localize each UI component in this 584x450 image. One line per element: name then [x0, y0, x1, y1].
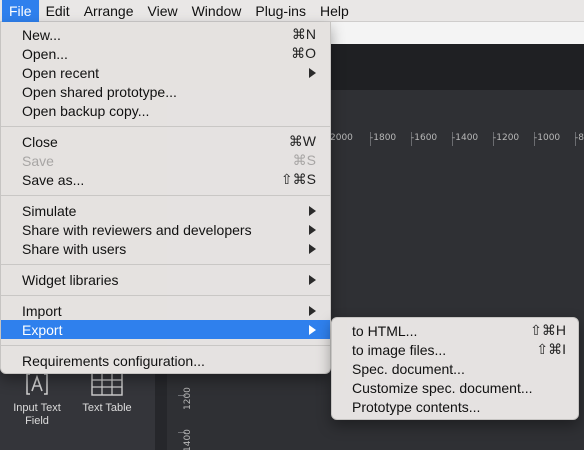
- menu-item-close[interactable]: Close ⌘W: [1, 132, 330, 151]
- menu-item-shortcut: ⇧⌘H: [530, 322, 566, 338]
- menu-item-label: to image files...: [352, 341, 447, 358]
- menu-item-label: Widget libraries: [22, 271, 119, 288]
- menu-plugins[interactable]: Plug-ins: [248, 0, 313, 22]
- menu-separator: [1, 264, 330, 265]
- menu-item-label: Close: [22, 133, 58, 150]
- menu-item-save: Save ⌘S: [1, 151, 330, 170]
- menu-item-open-backup[interactable]: Open backup copy...: [1, 101, 330, 120]
- menu-item-label: Save: [22, 152, 54, 169]
- menu-item-label: Share with reviewers and developers: [22, 221, 252, 238]
- menu-item-label: Share with users: [22, 240, 127, 257]
- input-text-field-icon: [20, 370, 54, 398]
- menu-item-label: Requirements configuration...: [22, 352, 205, 369]
- menu-item-label: Open backup copy...: [22, 102, 150, 119]
- menu-item-new[interactable]: New... ⌘N: [1, 25, 330, 44]
- menu-separator: [1, 195, 330, 196]
- menu-help[interactable]: Help: [313, 0, 356, 22]
- menu-item-label: Export: [22, 321, 63, 338]
- menu-item-label: Open shared prototype...: [22, 83, 177, 100]
- widget-label: Input Text Field: [13, 402, 61, 427]
- window-title-strip: [330, 22, 584, 44]
- menu-item-label: Open...: [22, 45, 68, 62]
- menu-item-shortcut: ⌘N: [291, 26, 316, 42]
- menu-item-label: New...: [22, 26, 61, 43]
- submenu-item-prototype-contents[interactable]: Prototype contents...: [332, 397, 578, 416]
- submenu-arrow-icon: [309, 67, 316, 78]
- menu-arrange[interactable]: Arrange: [77, 0, 141, 22]
- menu-edit[interactable]: Edit: [39, 0, 77, 22]
- menu-window[interactable]: Window: [185, 0, 249, 22]
- menu-file[interactable]: File: [2, 0, 39, 22]
- ruler-tick-label: 2000: [330, 133, 353, 143]
- submenu-arrow-icon: [309, 324, 316, 335]
- menu-bar: File Edit Arrange View Window Plug-ins H…: [0, 0, 584, 22]
- app-toolbar: [330, 44, 584, 90]
- submenu-item-customize-spec[interactable]: Customize spec. document...: [332, 378, 578, 397]
- submenu-arrow-icon: [309, 224, 316, 235]
- menu-item-share-reviewers[interactable]: Share with reviewers and developers: [1, 220, 330, 239]
- ruler-tick-label: 1400: [183, 429, 193, 450]
- submenu-arrow-icon: [309, 274, 316, 285]
- menu-item-label: Customize spec. document...: [352, 379, 533, 396]
- submenu-arrow-icon: [309, 205, 316, 216]
- menu-item-label: Spec. document...: [352, 360, 465, 377]
- menu-separator: [1, 345, 330, 346]
- text-table-icon: [90, 370, 124, 398]
- menu-item-label: Open recent: [22, 64, 100, 81]
- menu-item-widget-libraries[interactable]: Widget libraries: [1, 270, 330, 289]
- menu-item-open-shared[interactable]: Open shared prototype...: [1, 82, 330, 101]
- horizontal-ruler: 2000 -1800 -1600 -1400 -1200 -1000 -8: [330, 128, 584, 150]
- ruler-tick-label: -1800: [370, 133, 397, 143]
- ruler-tick-label: -1200: [493, 133, 520, 143]
- ruler-tick-label: -1000: [534, 133, 561, 143]
- menu-item-open[interactable]: Open... ⌘O: [1, 44, 330, 63]
- ruler-tick-label: 1200: [183, 387, 193, 410]
- ruler-tick-label: -8: [575, 133, 584, 143]
- menu-item-open-recent[interactable]: Open recent: [1, 63, 330, 82]
- menu-separator: [1, 126, 330, 127]
- menu-item-save-as[interactable]: Save as... ⇧⌘S: [1, 170, 330, 189]
- widget-text-table[interactable]: Text Table: [72, 370, 142, 415]
- menu-separator: [1, 295, 330, 296]
- menu-item-import[interactable]: Import: [1, 301, 330, 320]
- ruler-tick-label: -1400: [452, 133, 479, 143]
- menu-item-label: to HTML...: [352, 322, 418, 339]
- menu-item-share-users[interactable]: Share with users: [1, 239, 330, 258]
- menu-item-label: Save as...: [22, 171, 85, 188]
- file-menu-dropdown: New... ⌘N Open... ⌘O Open recent Open sh…: [0, 22, 331, 374]
- ruler-tick-label: -1600: [411, 133, 438, 143]
- widget-label: Text Table: [82, 402, 132, 414]
- menu-item-label: Import: [22, 302, 62, 319]
- export-submenu: to HTML... ⇧⌘H to image files... ⇧⌘I Spe…: [331, 317, 579, 420]
- submenu-arrow-icon: [309, 305, 316, 316]
- submenu-item-spec-document[interactable]: Spec. document...: [332, 359, 578, 378]
- widget-input-text-field[interactable]: Input Text Field: [2, 370, 72, 428]
- submenu-arrow-icon: [309, 243, 316, 254]
- menu-item-label: Simulate: [22, 202, 77, 219]
- menu-item-shortcut: ⇧⌘I: [536, 341, 566, 357]
- menu-item-shortcut: ⌘O: [291, 45, 316, 61]
- submenu-item-to-html[interactable]: to HTML... ⇧⌘H: [332, 321, 578, 340]
- menu-item-requirements[interactable]: Requirements configuration...: [1, 351, 330, 370]
- menu-view[interactable]: View: [141, 0, 185, 22]
- menu-item-simulate[interactable]: Simulate: [1, 201, 330, 220]
- menu-item-shortcut: ⌘S: [292, 152, 316, 168]
- submenu-item-to-image[interactable]: to image files... ⇧⌘I: [332, 340, 578, 359]
- menu-item-shortcut: ⇧⌘S: [280, 171, 316, 187]
- menu-item-export[interactable]: Export: [1, 320, 330, 339]
- menu-item-label: Prototype contents...: [352, 398, 481, 415]
- menu-item-shortcut: ⌘W: [288, 133, 316, 149]
